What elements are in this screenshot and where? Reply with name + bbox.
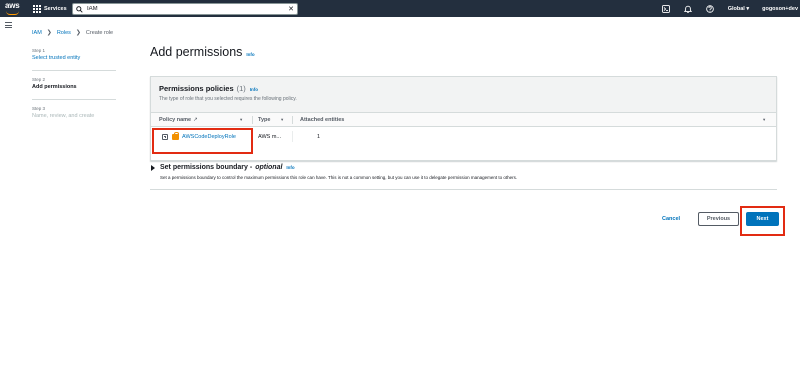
attached-entities-count: 1: [317, 133, 321, 140]
cell-divider: [252, 131, 253, 142]
policy-count: (1): [236, 84, 246, 93]
top-navigation: aws Services ✕: [0, 0, 800, 17]
bell-icon[interactable]: [683, 5, 692, 13]
cancel-button[interactable]: Cancel: [662, 216, 680, 222]
step-2: Step 2 Add permissions: [32, 77, 118, 91]
column-policy-name[interactable]: Policy name ↗: [159, 113, 198, 127]
page-header: Add permissions Info: [150, 45, 255, 59]
boundary-optional: optional: [255, 164, 283, 171]
type-cell: AWS m...: [258, 127, 281, 146]
step-3: Step 3 Name, review, and create: [32, 106, 118, 120]
cell-divider: [292, 131, 293, 142]
policy-icon: [172, 132, 179, 140]
account-menu[interactable]: gogoson+dev: [762, 6, 800, 12]
attached-cell: 1: [317, 127, 320, 146]
policy-cell: AWSCodeDeployRole: [162, 127, 236, 146]
boundary-title: Set permissions boundary -: [160, 164, 253, 171]
services-menu-button[interactable]: Services: [33, 3, 67, 14]
breadcrumb: IAM ❯ Roles ❯ Create role: [32, 29, 114, 37]
search-bar[interactable]: ✕: [72, 3, 298, 15]
panel-title: Permissions policies: [159, 84, 234, 93]
panel-description: The type of role that you selected requi…: [159, 96, 297, 102]
search-icon: [76, 5, 83, 13]
sort-icon[interactable]: ▾: [763, 117, 765, 123]
table-header: Policy name ↗ ▾ Type ▾ Attached entities…: [151, 113, 776, 127]
close-icon[interactable]: ✕: [288, 5, 294, 14]
column-attached-entities[interactable]: Attached entities: [300, 113, 344, 127]
logo-text: aws: [5, 1, 20, 10]
search-input[interactable]: [87, 4, 277, 14]
caret-right-icon: [151, 164, 155, 171]
column-label: Type: [258, 117, 271, 123]
step-1: Step 1 Select trusted entity: [32, 48, 118, 62]
help-icon[interactable]: [705, 4, 714, 13]
external-link-icon: ↗: [193, 117, 198, 123]
column-divider: [252, 116, 253, 124]
column-type[interactable]: Type: [258, 113, 270, 127]
logo-smile: [6, 11, 19, 15]
sort-icon[interactable]: ▾: [281, 117, 283, 123]
panel-info-link[interactable]: Info: [250, 87, 258, 92]
region-selector[interactable]: Global ▾: [728, 6, 749, 12]
permissions-boundary-section: Set permissions boundary - optional Info…: [150, 164, 777, 190]
boundary-toggle[interactable]: Set permissions boundary - optional Info: [150, 164, 777, 171]
previous-button[interactable]: Previous: [698, 212, 739, 226]
breadcrumb-separator: ❯: [46, 30, 52, 36]
breadcrumb-separator: ❯: [75, 30, 81, 36]
table-row: AWSCodeDeployRole AWS m... 1: [151, 127, 776, 146]
column-label: Policy name: [159, 117, 192, 123]
step-divider: [32, 70, 116, 71]
expand-icon[interactable]: [162, 133, 168, 140]
cloudshell-icon[interactable]: [661, 4, 670, 13]
next-button[interactable]: Next: [746, 212, 779, 226]
column-divider: [292, 116, 293, 124]
policy-link-awscodedeployrole[interactable]: AWSCodeDeployRole: [182, 134, 236, 140]
menu-icon[interactable]: [5, 22, 12, 28]
nav-right-group: Global ▾ gogoson+dev: [661, 0, 800, 17]
permissions-policies-panel: Permissions policies (1) Info The type o…: [150, 76, 777, 161]
breadcrumb-create-role: Create role: [85, 29, 114, 36]
aws-logo[interactable]: aws: [5, 1, 25, 15]
step-divider: [32, 99, 116, 100]
panel-header: Permissions policies (1) Info The type o…: [151, 77, 776, 113]
step-current-add-permissions: Add permissions: [32, 84, 77, 90]
breadcrumb-roles[interactable]: Roles: [57, 30, 71, 36]
services-label: Services: [44, 5, 67, 12]
breadcrumb-iam[interactable]: IAM: [32, 30, 42, 36]
step-disabled-name-review: Name, review, and create: [32, 113, 95, 119]
wizard-steps: Step 1 Select trusted entity Step 2 Add …: [32, 48, 118, 128]
boundary-info-link[interactable]: Info: [286, 165, 294, 170]
column-label: Attached entities: [300, 117, 345, 123]
sort-icon[interactable]: ▾: [240, 117, 242, 123]
grid-icon: [33, 4, 41, 13]
panel-title-row: Permissions policies (1) Info: [159, 84, 776, 93]
boundary-description: Set a permissions boundary to control th…: [160, 175, 518, 180]
step-link-select-trusted-entity[interactable]: Select trusted entity: [32, 54, 118, 62]
page-title: Add permissions: [150, 45, 243, 59]
page-info-link[interactable]: Info: [246, 52, 254, 57]
policy-type: AWS m...: [258, 133, 282, 140]
